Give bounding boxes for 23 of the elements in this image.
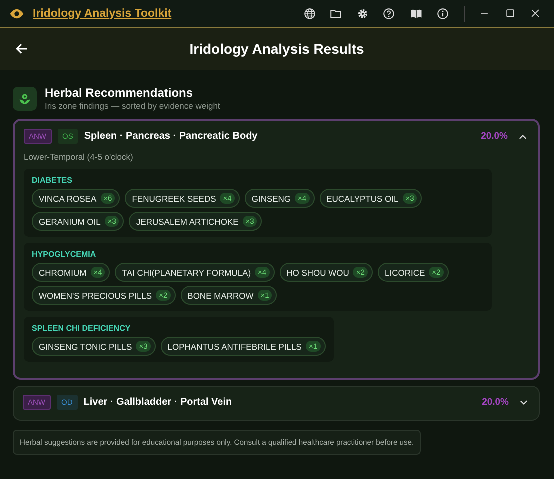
window-title: Iridology Analysis Toolkit	[33, 8, 172, 20]
chevron-down-icon[interactable]	[519, 398, 529, 408]
condition-title: HYPOGLYCEMIA	[32, 250, 98, 259]
condition-title: DIABETES	[32, 176, 74, 185]
settings-icon[interactable]	[356, 8, 368, 20]
folder-icon[interactable]	[330, 8, 342, 20]
zone-percent: 20.0%	[481, 131, 508, 142]
back-arrow-icon[interactable]	[15, 42, 29, 56]
help-icon[interactable]	[383, 8, 395, 20]
zone-location: Lower-Temporal (4-5 o'clock)	[24, 152, 134, 162]
page-title: Iridology Analysis Results	[190, 41, 364, 57]
condition-title: SPLEEN CHI DEFICIENCY	[32, 324, 132, 333]
section-subtitle: Iris zone findings — sorted by evidence weight	[45, 101, 220, 111]
info-icon[interactable]	[437, 8, 449, 20]
zone-name: Spleen · Pancreas · Pancreatic Body	[84, 131, 258, 142]
close-icon[interactable]	[530, 8, 541, 19]
leaf-icon	[13, 86, 37, 110]
zone-name: Liver · Gallbladder · Portal Vein	[84, 397, 232, 408]
globe-icon[interactable]	[304, 8, 316, 20]
section-title: Herbal Recommendations	[45, 86, 194, 100]
zone-percent: 20.0%	[482, 397, 509, 408]
maximize-icon[interactable]	[504, 8, 516, 19]
book-icon[interactable]	[410, 8, 422, 20]
